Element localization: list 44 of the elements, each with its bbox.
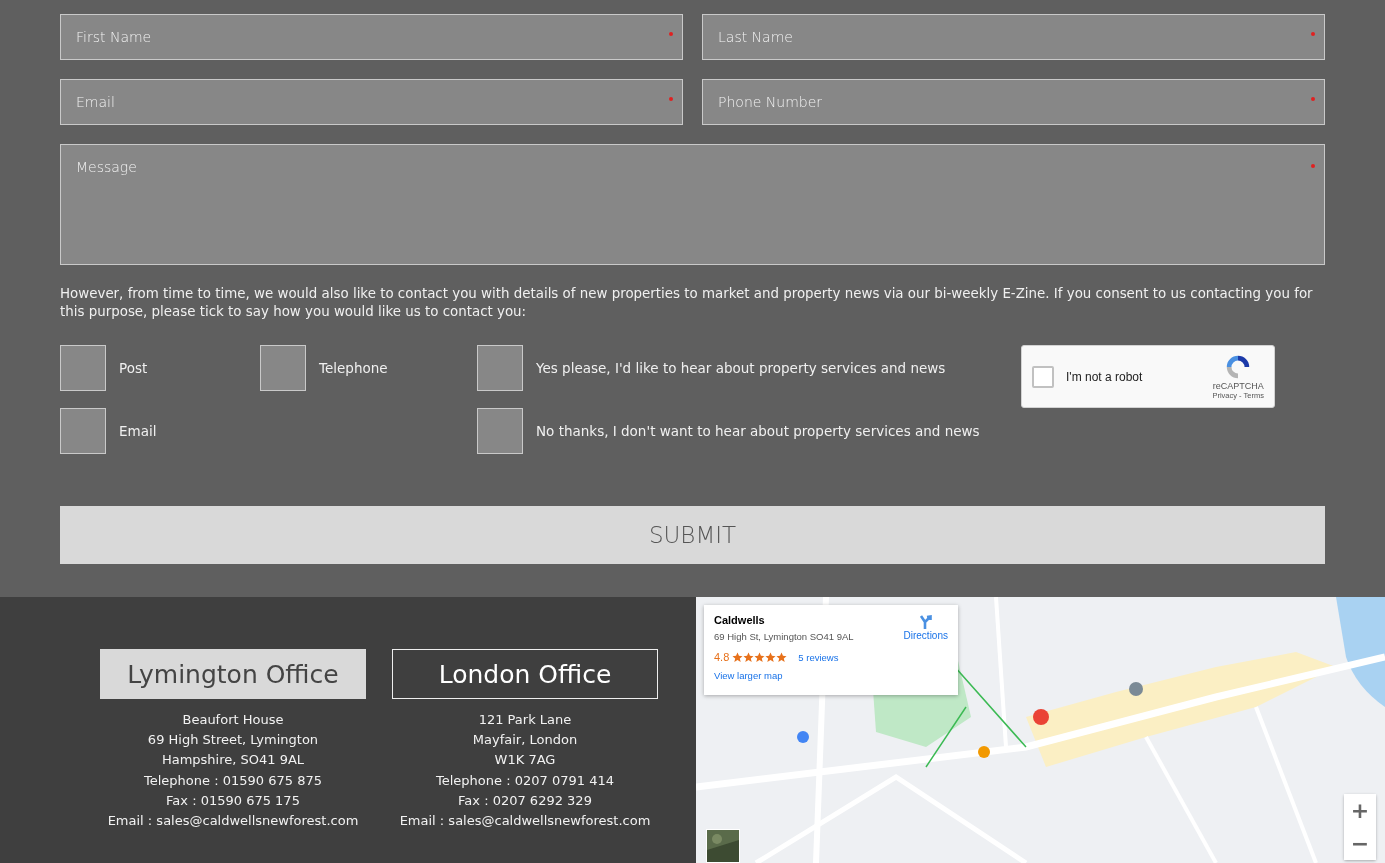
checkbox[interactable] xyxy=(477,345,523,391)
checkbox[interactable] xyxy=(477,408,523,454)
message-field[interactable]: Message xyxy=(60,144,1325,265)
checkbox-label: Email xyxy=(119,423,157,439)
input-field[interactable]: Phone Number xyxy=(702,79,1325,125)
office-heading[interactable]: Lymington Office xyxy=(100,649,366,699)
address-line: W1K 7AG xyxy=(494,751,556,770)
larger-map-link[interactable]: View larger map xyxy=(714,670,904,681)
zoom-button[interactable]: − xyxy=(1344,827,1376,860)
zoom-button[interactable]: + xyxy=(1344,794,1376,827)
address-line: Email : sales@caldwellsnewforest.com xyxy=(107,812,359,830)
consent-text: However, from time to time, we would also like to contact you with details of new properties to market and property news via our bi-weekly E-Zine. If you consent to us contacting you for this purpose, please tick to say how you would like us to contact you: xyxy=(60,285,1314,321)
captcha-label: I'm not a robot xyxy=(1066,369,1144,384)
checkbox[interactable] xyxy=(60,408,106,454)
address-line: 121 Park Lane xyxy=(478,711,572,729)
checkbox-label: No thanks, I don't want to hear about property services and news xyxy=(536,423,980,439)
captcha-checkbox[interactable] xyxy=(1032,365,1054,388)
input-field[interactable]: Last Name xyxy=(702,14,1325,60)
place-name: Caldwells xyxy=(714,614,766,626)
captcha-brand: reCAPTCHA xyxy=(1212,381,1264,391)
address-line: Fax : 0207 6292 329 xyxy=(458,791,592,810)
checkbox-label: Post xyxy=(119,360,148,376)
address-line: Mayfair, London xyxy=(472,731,578,750)
checkbox-label: Telephone xyxy=(319,360,388,376)
checkbox[interactable] xyxy=(60,345,106,391)
checkbox-label: Yes please, I'd like to hear about property services and news xyxy=(536,360,946,376)
submit-button[interactable]: SUBMIT xyxy=(60,506,1325,564)
place-address: 69 High St, Lymington SO41 9AL xyxy=(714,631,855,642)
checkbox[interactable] xyxy=(260,345,306,391)
rating-value: 4.8 xyxy=(714,651,730,663)
input-field[interactable]: Email xyxy=(60,79,683,125)
address-line: Telephone : 01590 675 875 xyxy=(144,771,322,790)
office-heading[interactable]: London Office xyxy=(392,649,658,699)
address-line: Telephone : 0207 0791 414 xyxy=(436,771,614,790)
address-line: Beaufort House xyxy=(182,711,284,729)
directions-icon xyxy=(917,614,934,630)
address-line: 69 High Street, Lymington xyxy=(147,731,319,750)
address-line: Hampshire, SO41 9AL xyxy=(161,751,305,770)
address-line: Fax : 01590 675 175 xyxy=(166,791,300,810)
directions-link[interactable]: Directions xyxy=(903,614,948,686)
map-type-button[interactable] xyxy=(706,829,740,863)
address-line: Email : sales@caldwellsnewforest.com xyxy=(399,812,651,830)
reviews-link[interactable]: 5 reviews xyxy=(798,651,839,663)
input-field[interactable]: First Name xyxy=(60,14,683,60)
